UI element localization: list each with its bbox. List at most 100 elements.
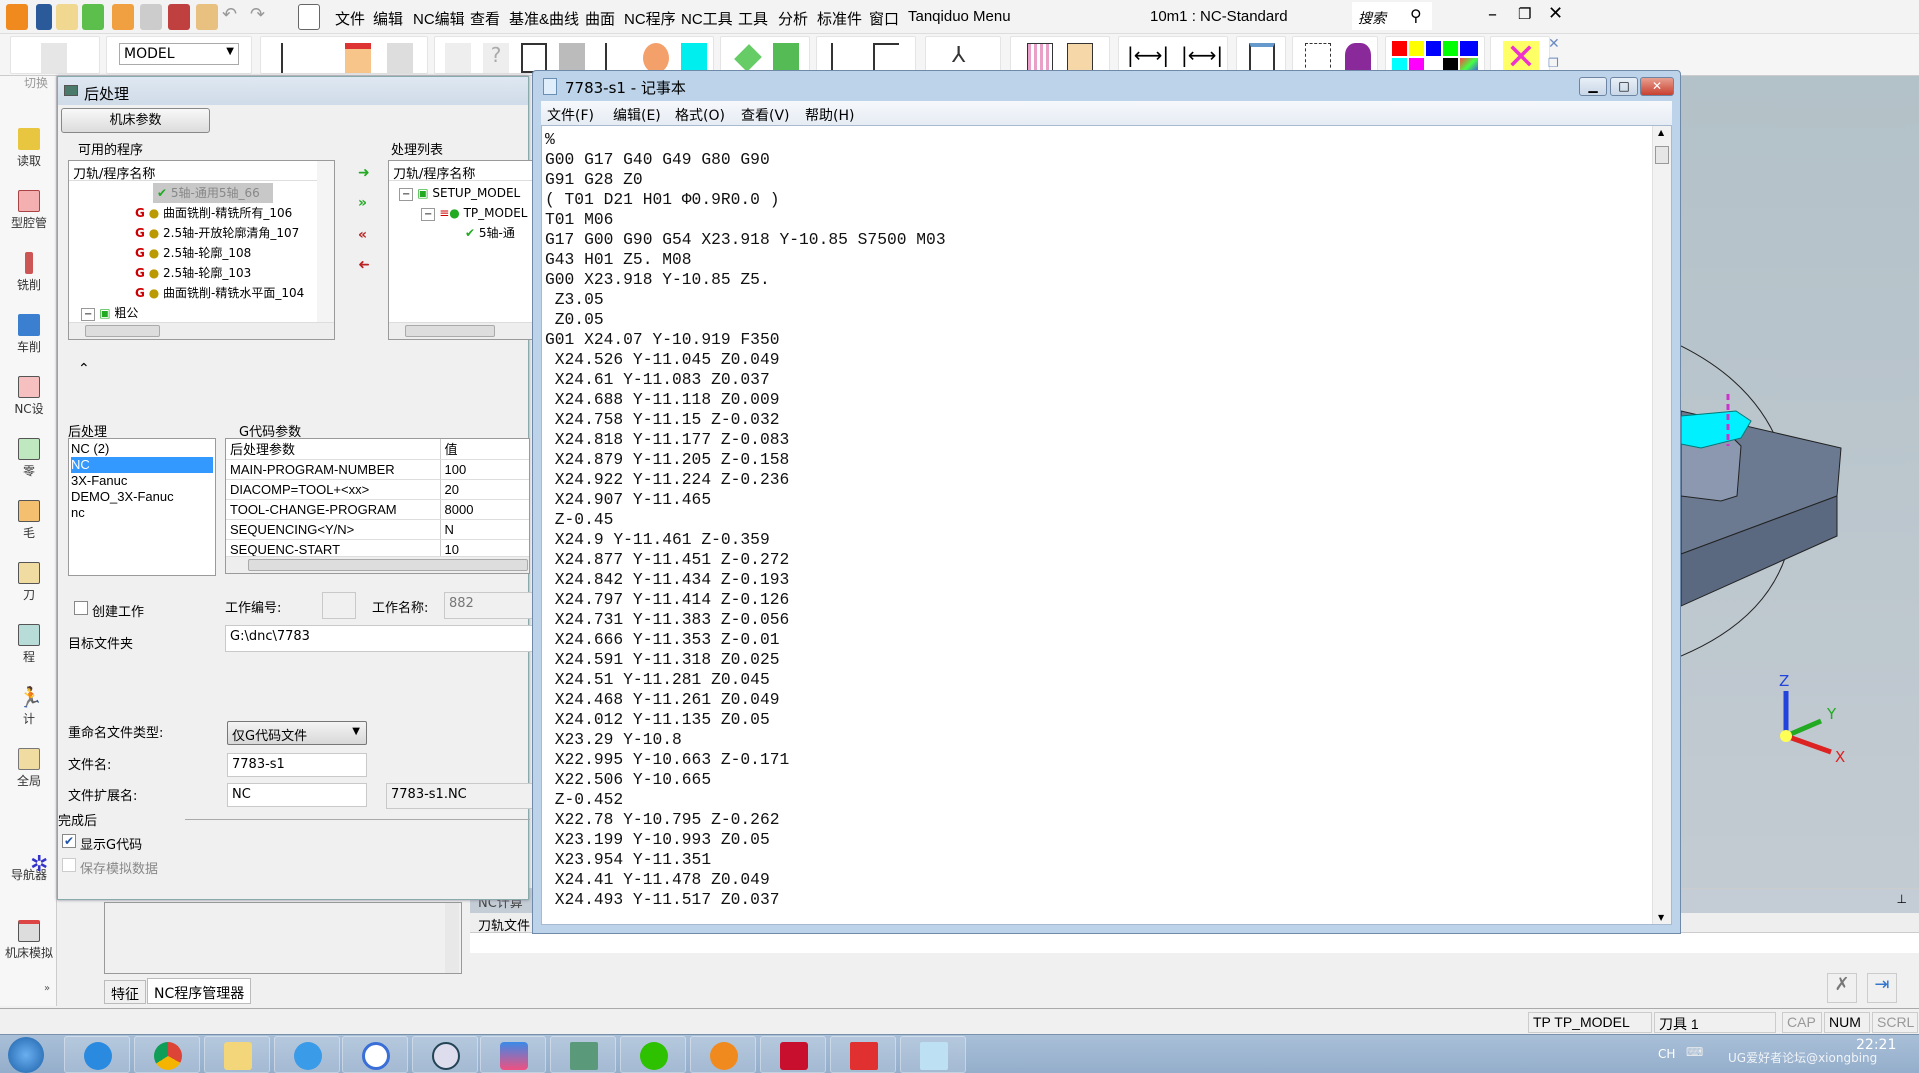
exit-icon[interactable]: ⇥ [1867,973,1897,1003]
pattern-icon[interactable] [1027,43,1053,73]
bounding-box-icon[interactable] [1305,43,1331,73]
start-button[interactable] [8,1037,44,1073]
sidebar-item-compute[interactable]: 🏃 计 [2,686,56,727]
search-icon[interactable]: ⚲ [1410,6,1422,25]
sidebar-item-stock[interactable]: 毛 [2,500,56,541]
vertical-scrollbar[interactable]: ▲ ▼ [1652,126,1671,924]
cutter-icon[interactable] [345,43,371,73]
close-button[interactable]: ✕ [1640,77,1674,96]
scrollbar[interactable] [445,903,459,973]
remove-all-icon[interactable]: « [358,227,367,243]
menu-window[interactable]: 窗口 [869,8,899,29]
nc-manager-list[interactable] [104,902,462,974]
gcode-params-table[interactable]: 后处理参数值 MAIN-PROGRAM-NUMBER 100 DIACOMP=TO… [225,438,530,574]
import-icon[interactable] [82,4,104,30]
measure-icon[interactable] [605,43,631,73]
language-indicator[interactable]: CH [1658,1047,1675,1061]
tree-item[interactable]: − ≡● TP_MODEL [421,203,527,223]
redo-icon[interactable]: ↷ [250,4,272,30]
job-name-input[interactable]: 882 [444,592,534,619]
taskbar-red-app[interactable] [830,1036,896,1073]
post-list-item[interactable]: DEMO_3X-Fanuc [71,489,213,505]
tree-item[interactable]: G ● 曲面铣削-精铣水平面_104 [135,283,315,303]
save-sim-checkbox[interactable] [62,858,76,872]
circle-icon[interactable] [1249,43,1275,73]
menu-view[interactable]: 查看(V) [741,105,790,125]
param-value[interactable]: N [440,519,529,540]
taskbar-iu[interactable] [342,1036,408,1073]
horizontal-scrollbar[interactable] [226,556,529,573]
param-value[interactable]: 8000 [440,499,529,520]
help-icon[interactable]: ? [483,43,509,73]
tree-item[interactable]: − ▣ 粗公 [81,303,138,323]
tree-item[interactable]: G ● 2.5轴-轮廓_103 [135,263,251,283]
close-file-icon[interactable] [196,4,218,30]
expand-more-icon[interactable]: » [44,983,50,994]
taskbar-window[interactable] [550,1036,616,1073]
tree-item[interactable]: ✔ 5轴-通 [465,223,515,243]
menu-file[interactable]: 文件 [335,8,365,29]
machine-params-button[interactable]: 机床参数 [61,108,210,133]
scroll-thumb[interactable] [85,325,160,337]
tree-item[interactable]: G ● 2.5轴-轮廓_108 [135,243,251,263]
param-row[interactable]: SEQUENCING<Y/N> N [226,519,529,540]
param-value[interactable]: 20 [440,479,529,500]
sidebar-item-program[interactable]: 程 [2,624,56,665]
sidebar-item-machine-sim[interactable]: 机床模拟 [2,920,56,961]
post-list-item-selected[interactable]: NC [71,457,213,473]
tab-feature[interactable]: 特征 [104,980,146,1004]
available-tree[interactable]: 刀轨/程序名称 ✔ 5轴-通用5轴_66 G ● 曲面铣削-精铣所有_106 G… [68,160,335,340]
taskbar-solidworks[interactable] [760,1036,826,1073]
menu-datum-curve[interactable]: 基准&曲线 [509,8,579,29]
tool-path-icon[interactable] [281,43,307,73]
menu-edit[interactable]: 编辑 [373,8,403,29]
panel-close-icon[interactable]: ✕ [1548,36,1560,52]
export-icon[interactable] [112,4,134,30]
scroll-thumb[interactable] [1655,146,1669,164]
post-list-item[interactable]: 3X-Fanuc [71,473,213,489]
sidebar-item-nc-setup[interactable]: NC设 [2,376,56,417]
horizontal-scrollbar[interactable] [69,322,334,339]
menu-nc-edit[interactable]: NC编辑 [413,8,465,29]
taskbar-ie[interactable] [64,1036,130,1073]
scroll-thumb[interactable] [405,325,495,337]
clock[interactable]: 22:21 [1856,1037,1896,1053]
line-icon[interactable] [873,43,899,73]
list-icon[interactable] [445,43,471,73]
dimension-icon[interactable]: |⟷| [1127,43,1169,67]
scroll-down-icon[interactable]: ▼ [1658,913,1664,922]
taskbar-explorer[interactable] [204,1036,270,1073]
cancel-icon[interactable]: ✗ [1827,973,1857,1003]
sidebar-item-part[interactable]: 零 [2,438,56,479]
cyan-tool-icon[interactable] [681,43,707,73]
sidebar-item-read[interactable]: 读取 [2,128,56,169]
taskbar-ie2[interactable] [274,1036,340,1073]
taskbar-remote[interactable] [412,1036,478,1073]
save-icon[interactable] [36,4,52,30]
window-icon[interactable] [521,43,547,73]
undo-icon[interactable]: ↶ [222,4,244,30]
post-list[interactable]: NC (2) NC 3X-Fanuc DEMO_3X-Fanuc nc [68,438,216,576]
minimize-button[interactable]: ▁ [1579,77,1607,96]
axis-icon[interactable]: ⅄ [952,43,978,73]
tree-item[interactable]: − ▣ SETUP_MODEL [399,183,520,203]
taskbar-cimatron[interactable] [690,1036,756,1073]
scroll-up-icon[interactable]: ▲ [1658,128,1664,137]
app-logo-icon[interactable] [6,4,28,30]
close-icon[interactable]: ✕ [1548,3,1563,24]
properties-icon[interactable] [298,4,320,30]
rename-type-select[interactable]: 仅G代码文件 ▼ [227,721,367,745]
taskbar-notepad[interactable] [900,1036,966,1073]
panel-restore-icon[interactable]: ❐ [1548,56,1559,70]
surface-icon[interactable] [773,43,799,73]
sidebar-item-cavity[interactable]: 型腔管 [2,190,56,231]
collapse-icon[interactable]: − [81,308,96,321]
tab-nc-manager[interactable]: NC程序管理器 [147,978,252,1004]
menu-tanqiduo[interactable]: Tanqiduo Menu [908,8,1011,25]
menu-format[interactable]: 格式(O) [675,105,725,125]
color-current[interactable] [1460,41,1478,56]
color-yellow[interactable] [1409,41,1424,56]
collapse-icon[interactable]: − [421,208,436,221]
menu-nc-program[interactable]: NC程序 [624,8,676,29]
post-list-item[interactable]: nc [71,505,213,521]
